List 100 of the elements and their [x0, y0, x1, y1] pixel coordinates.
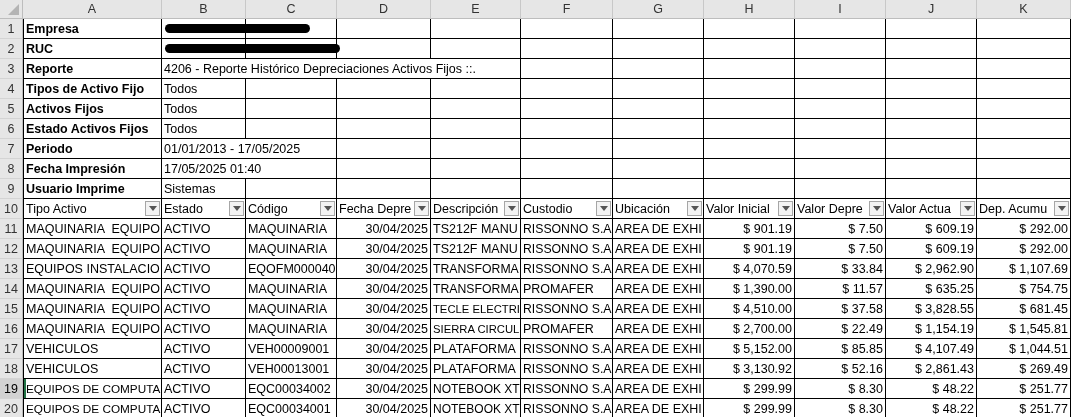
- row-header[interactable]: 20: [0, 399, 23, 417]
- table-cell: MAQUINARIA: [246, 279, 337, 299]
- header-label: Custodio: [523, 201, 573, 216]
- table-cell: $ 609.19: [886, 219, 977, 239]
- caret-icon: [323, 206, 332, 211]
- column-header[interactable]: A: [23, 0, 162, 19]
- column-header[interactable]: B: [162, 0, 246, 19]
- header-label: Estado: [164, 201, 203, 216]
- column-header[interactable]: G: [613, 0, 704, 19]
- table-cell: PROMAFER: [521, 279, 613, 299]
- column-header[interactable]: E: [431, 0, 521, 19]
- table-cell: $ 3,828.55: [886, 299, 977, 319]
- table-cell: ACTIVO: [162, 339, 246, 359]
- table-cell: TECLE ELECTRI: [431, 299, 521, 319]
- table-cell: $ 4,070.59: [704, 259, 795, 279]
- table-cell: NOTEBOOK XT: [431, 399, 521, 417]
- row-header[interactable]: 19: [0, 379, 23, 399]
- table-cell: AREA DE EXHI: [613, 359, 704, 379]
- row-header[interactable]: 3: [0, 59, 23, 79]
- row-header[interactable]: 8: [0, 159, 23, 179]
- table-cell: $ 251.77: [977, 399, 1071, 417]
- table-cell: $ 269.49: [977, 359, 1071, 379]
- row-header[interactable]: 6: [0, 119, 23, 139]
- table-cell: $ 1,545.81: [977, 319, 1071, 339]
- column-header[interactable]: J: [886, 0, 977, 19]
- row-header[interactable]: 16: [0, 319, 23, 339]
- table-cell: $ 901.19: [704, 219, 795, 239]
- table-cell: ACTIVO: [162, 239, 246, 259]
- row-header[interactable]: 4: [0, 79, 23, 99]
- table-cell: $ 7.50: [795, 239, 886, 259]
- table-cell: $ 11.57: [795, 279, 886, 299]
- table-cell: EQC00034002: [246, 379, 337, 399]
- row-header[interactable]: 15: [0, 299, 23, 319]
- table-cell: AREA DE EXHI: [613, 259, 704, 279]
- table-cell: 4206 - Reporte Histórico Depreciaciones Activos Fijos ::.: [162, 59, 521, 79]
- table-cell: Todos: [162, 119, 246, 139]
- row-header[interactable]: 18: [0, 359, 23, 379]
- table-cell: 01/01/2013 - 17/05/2025: [162, 139, 337, 159]
- table-cell: $ 5,152.00: [704, 339, 795, 359]
- table-cell: $ 635.25: [886, 279, 977, 299]
- table-cell: MAQUINARIA EQUIPO: [23, 319, 162, 339]
- column-header[interactable]: F: [521, 0, 613, 19]
- table-cell: 30/04/2025: [337, 359, 431, 379]
- column-header[interactable]: D: [337, 0, 431, 19]
- column-header[interactable]: I: [795, 0, 886, 19]
- row-header[interactable]: 7: [0, 139, 23, 159]
- filter-button[interactable]: [778, 201, 793, 216]
- table-cell: EQUIPOS INSTALACIO: [23, 259, 162, 279]
- table-cell: TRANSFORMA: [431, 279, 521, 299]
- filter-button[interactable]: [869, 201, 884, 216]
- table-cell: VEHICULOS: [23, 359, 162, 379]
- row-header[interactable]: 10: [0, 199, 23, 219]
- caret-icon: [232, 206, 241, 211]
- table-cell: RISSONNO S.A: [521, 359, 613, 379]
- row-header[interactable]: 1: [0, 19, 23, 39]
- filter-button[interactable]: [1054, 201, 1069, 216]
- table-cell: VEHICULOS: [23, 339, 162, 359]
- table-cell: ACTIVO: [162, 299, 246, 319]
- table-cell: Reporte: [23, 59, 162, 79]
- table-cell: MAQUINARIA: [246, 299, 337, 319]
- header-label: Valor Depre: [797, 201, 863, 216]
- table-cell: RUC: [23, 39, 162, 59]
- header-label: Valor Actua: [888, 201, 951, 216]
- filter-button[interactable]: [145, 201, 160, 216]
- column-header[interactable]: K: [977, 0, 1071, 19]
- filter-button[interactable]: [414, 201, 429, 216]
- table-cell: MAQUINARIA EQUIPO: [23, 279, 162, 299]
- row-header[interactable]: 5: [0, 99, 23, 119]
- row-header[interactable]: 13: [0, 259, 23, 279]
- table-cell: $ 681.45: [977, 299, 1071, 319]
- table-cell: Periodo: [23, 139, 162, 159]
- table-cell: Empresa: [23, 19, 162, 39]
- filter-button[interactable]: [504, 201, 519, 216]
- row-header[interactable]: 14: [0, 279, 23, 299]
- filter-button[interactable]: [960, 201, 975, 216]
- table-cell: 30/04/2025: [337, 279, 431, 299]
- filter-button[interactable]: [229, 201, 244, 216]
- table-cell: ACTIVO: [162, 259, 246, 279]
- row-header[interactable]: 17: [0, 339, 23, 359]
- table-cell: 30/04/2025: [337, 299, 431, 319]
- filter-button[interactable]: [320, 201, 335, 216]
- table-cell: $ 2,962.90: [886, 259, 977, 279]
- table-cell: AREA DE EXHI: [613, 399, 704, 417]
- table-cell: RISSONNO S.A: [521, 339, 613, 359]
- table-cell: EQUIPOS DE COMPUTA: [23, 379, 162, 399]
- column-header[interactable]: C: [246, 0, 337, 19]
- table-cell: NOTEBOOK XT: [431, 379, 521, 399]
- filter-button[interactable]: [687, 201, 702, 216]
- table-cell: Tipos de Activo Fijo: [23, 79, 162, 99]
- table-cell: SIERRA CIRCUL: [431, 319, 521, 339]
- column-header[interactable]: H: [704, 0, 795, 19]
- row-header[interactable]: 9: [0, 179, 23, 199]
- caret-icon: [507, 206, 516, 211]
- table-cell: RISSONNO S.A: [521, 299, 613, 319]
- table-cell: AREA DE EXHI: [613, 219, 704, 239]
- row-header[interactable]: 2: [0, 39, 23, 59]
- row-header[interactable]: 11: [0, 219, 23, 239]
- filter-button[interactable]: [596, 201, 611, 216]
- table-cell: $ 299.99: [704, 379, 795, 399]
- row-header[interactable]: 12: [0, 239, 23, 259]
